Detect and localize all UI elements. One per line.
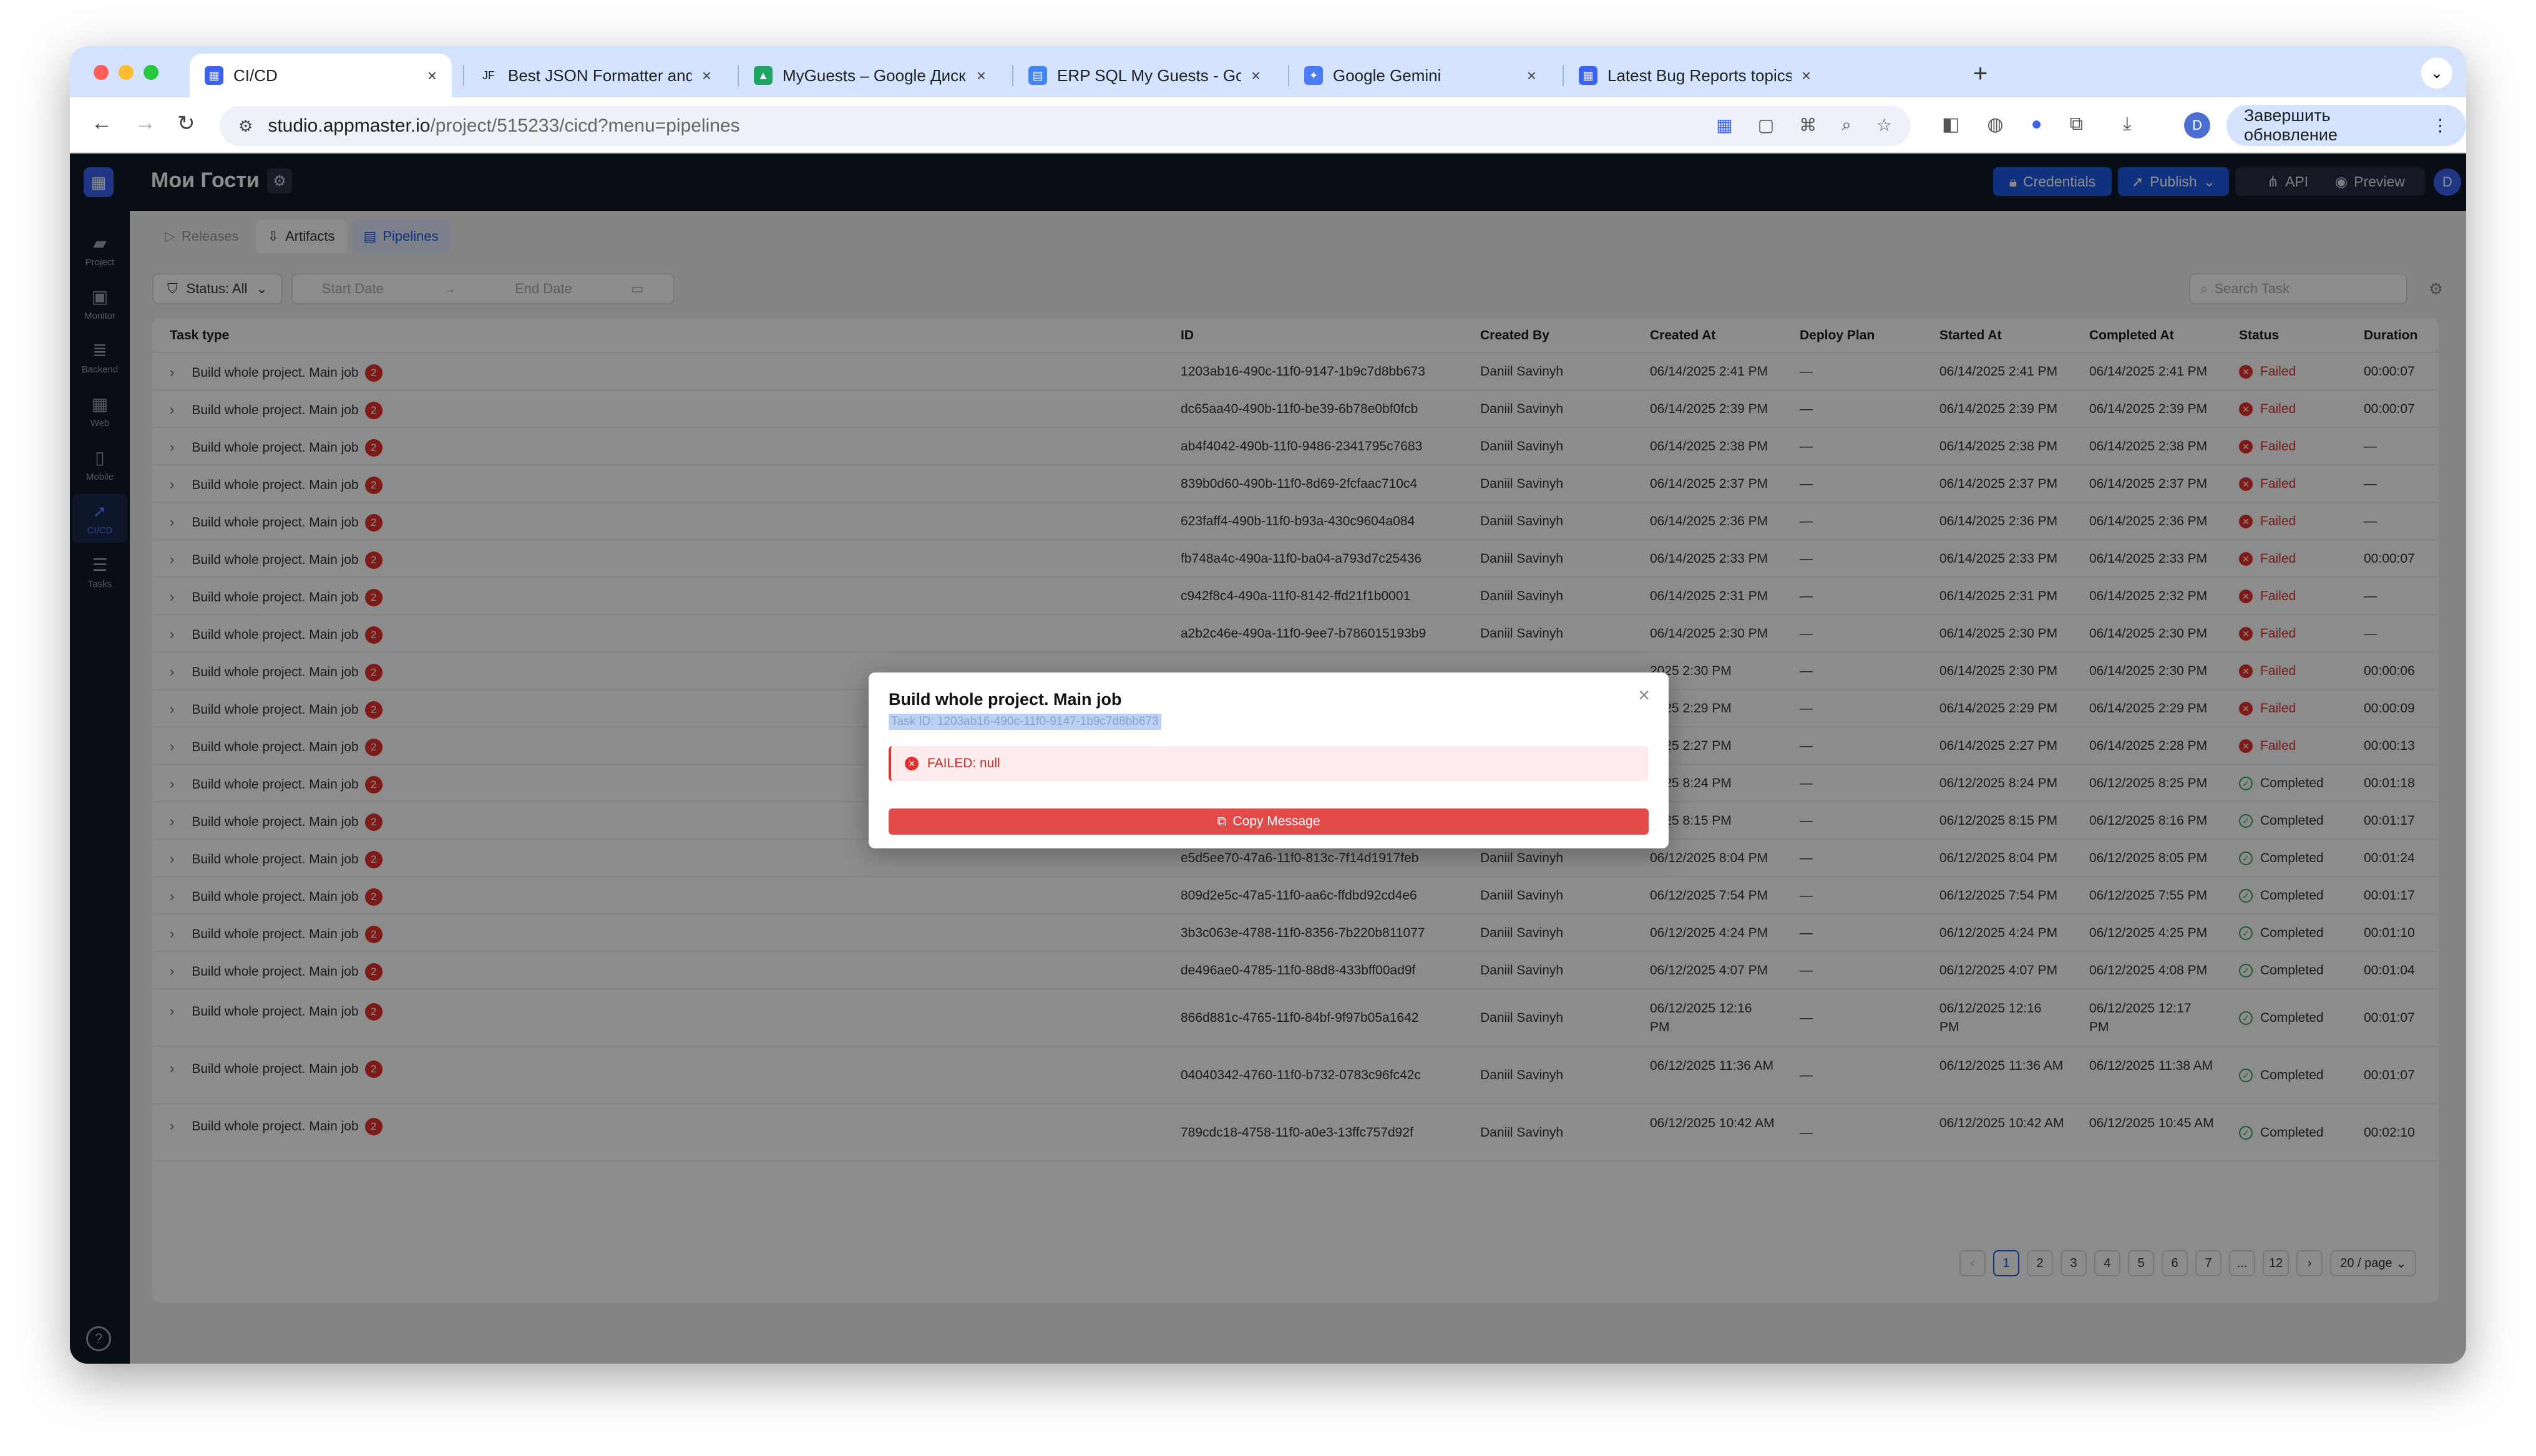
tab-separator	[1288, 65, 1289, 86]
extension-icon[interactable]: ◧	[1942, 114, 1959, 135]
error-modal: Build whole project. Main job Task ID: 1…	[869, 672, 1669, 848]
download-icon[interactable]: ⤓	[2123, 114, 2131, 135]
back-arrow-icon[interactable]: ←	[91, 111, 112, 135]
jf-icon: JF	[482, 69, 495, 82]
browser-tab[interactable]: ▲ MyGuests – Google Диск ×	[739, 54, 1001, 97]
maximize-window-button[interactable]	[144, 65, 158, 80]
modal-task-id[interactable]: Task ID: 1203ab16-490c-11f0-9147-1b9c7d8…	[889, 714, 1161, 730]
minimize-window-button[interactable]	[119, 65, 134, 80]
url-text: studio.appmaster.io/project/515233/cicd?…	[268, 115, 739, 137]
browser-tab-label: ERP SQL My Guests - Google	[1057, 66, 1241, 85]
close-tab-icon[interactable]: ×	[1802, 66, 1811, 85]
site-info-icon[interactable]: ⚙	[238, 117, 253, 136]
google-drive-icon: ▲	[754, 66, 773, 85]
browser-tab[interactable]: ✦ Google Gemini ×	[1289, 54, 1551, 97]
browser-toolbar: ← → ↻ ⚙ studio.appmaster.io/project/5152…	[70, 97, 2466, 153]
close-tab-icon[interactable]: ×	[1251, 66, 1261, 85]
bookmark-star-icon[interactable]: ☆	[1876, 115, 1892, 135]
browser-tab-label: Google Gemini	[1333, 66, 1441, 85]
tab-separator	[1012, 65, 1013, 86]
window-controls	[94, 65, 158, 80]
browser-tab[interactable]: ▦ Latest Bug Reports topics - A ×	[1564, 54, 1826, 97]
browser-tab-label: MyGuests – Google Диск	[783, 66, 966, 85]
omnibox-actions: ▦ ▢ ⌘ ⌕ ☆	[1716, 115, 1892, 135]
copy-message-button[interactable]: ⧉ Copy Message	[889, 808, 1649, 835]
extension-icon[interactable]: ◍	[1987, 114, 2003, 135]
browser-tab-label: Latest Bug Reports topics - A	[1607, 66, 1792, 85]
browser-tab-label: Best JSON Formatter and JSON	[508, 66, 692, 85]
url-host: studio.appmaster.io	[268, 115, 431, 136]
error-icon: ✕	[905, 757, 919, 770]
error-alert: ✕ FAILED: null	[889, 746, 1649, 781]
browser-tab[interactable]: ▦ CI/CD ×	[190, 54, 452, 97]
error-alert-text: FAILED: null	[927, 756, 1000, 770]
translate-icon[interactable]: ⌘	[1799, 115, 1817, 135]
close-tab-icon[interactable]: ×	[977, 66, 986, 85]
copy-icon: ⧉	[1217, 814, 1227, 828]
kebab-menu-icon: ⋮	[2432, 115, 2449, 135]
url-path: /project/515233/cicd?menu=pipelines	[430, 115, 740, 136]
tab-separator	[463, 65, 464, 86]
address-bar[interactable]: ⚙ studio.appmaster.io/project/515233/cic…	[220, 106, 1911, 146]
close-tab-icon[interactable]: ×	[1527, 66, 1536, 85]
modal-title: Build whole project. Main job	[889, 690, 1122, 709]
update-button[interactable]: Завершить обновление ⋮	[2226, 105, 2466, 146]
appmaster-icon: ▦	[205, 66, 223, 85]
gemini-icon: ✦	[1304, 66, 1323, 85]
zoom-icon[interactable]: ⌕	[1841, 115, 1851, 135]
copy-message-label: Copy Message	[1232, 814, 1320, 828]
update-button-label: Завершить обновление	[2244, 106, 2338, 144]
extensions-puzzle-icon[interactable]: ⧉	[2070, 114, 2083, 135]
new-tab-button[interactable]: +	[1973, 60, 1987, 88]
browser-tab[interactable]: ▤ ERP SQL My Guests - Google ×	[1013, 54, 1275, 97]
appmaster-icon: ▦	[1579, 66, 1597, 85]
close-tab-icon[interactable]: ×	[427, 66, 437, 85]
browser-tab-label: CI/CD	[233, 66, 278, 85]
close-icon[interactable]: ×	[1638, 684, 1650, 707]
close-tab-icon[interactable]: ×	[702, 66, 711, 85]
tab-separator	[738, 65, 739, 86]
profile-avatar[interactable]: D	[2184, 112, 2210, 138]
reload-icon[interactable]: ↻	[177, 111, 195, 136]
extension-icon[interactable]: ●	[2031, 114, 2042, 135]
clipboard-icon[interactable]: ▢	[1758, 115, 1774, 135]
tab-bar: ▦ CI/CD × JF Best JSON Formatter and JSON × ▲ M…	[70, 46, 2466, 97]
appmaster-extension-icon[interactable]: ▦	[1716, 115, 1732, 135]
close-window-button[interactable]	[94, 65, 109, 80]
forward-arrow-icon[interactable]: →	[135, 111, 156, 135]
tab-search-icon[interactable]: ⌄	[2421, 57, 2452, 89]
browser-tab[interactable]: JF Best JSON Formatter and JSON ×	[464, 54, 726, 97]
extension-icons: ◧ ◍ ● ⧉ ⤓	[1942, 114, 2131, 135]
tab-separator	[1563, 65, 1564, 86]
google-docs-icon: ▤	[1028, 66, 1047, 85]
